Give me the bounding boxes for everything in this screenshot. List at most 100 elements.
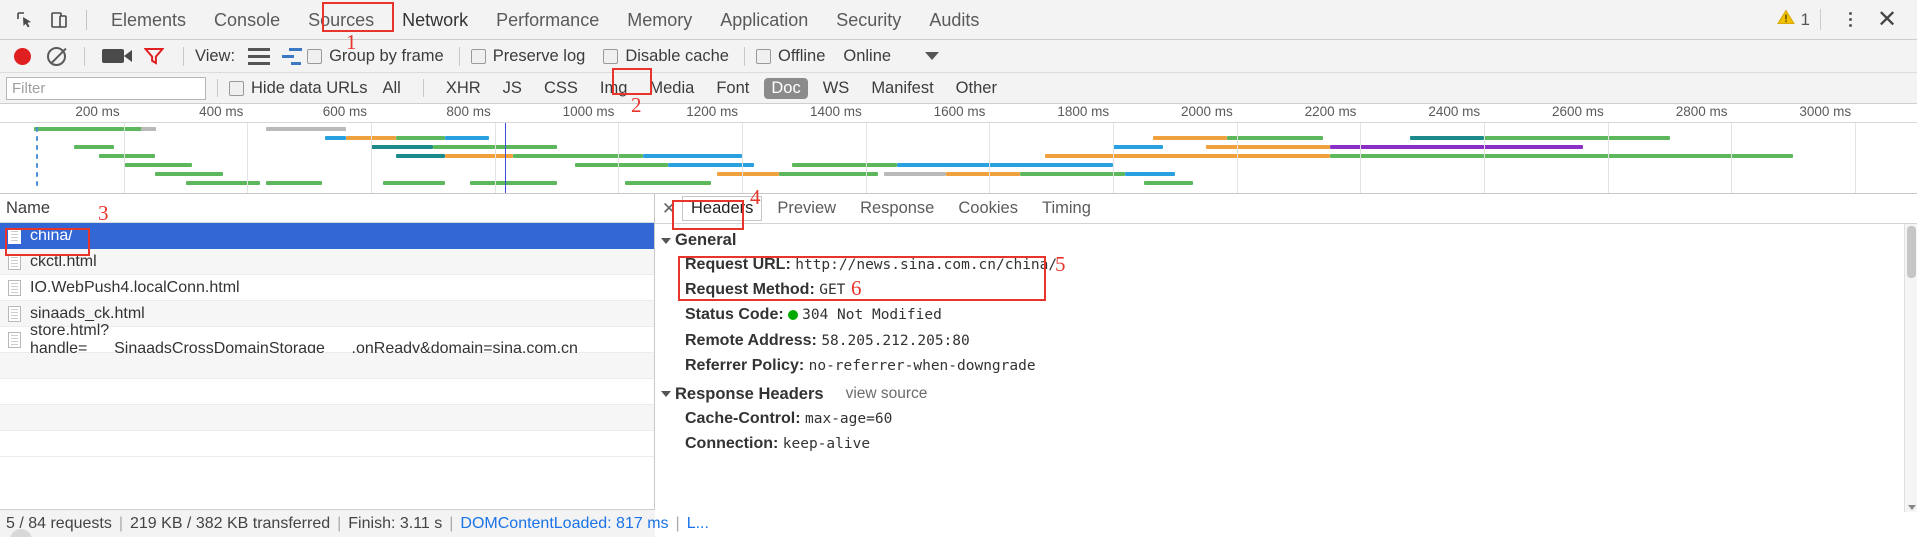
filter-type-font[interactable]: Font bbox=[709, 78, 756, 99]
general-header-value: http://news.sina.com.cn/china/ bbox=[795, 257, 1058, 273]
detail-tab-cookies[interactable]: Cookies bbox=[949, 197, 1027, 220]
preserve-log-row[interactable]: Preserve log bbox=[470, 47, 585, 66]
scrollbar-thumb[interactable] bbox=[1907, 226, 1916, 278]
filter-type-other[interactable]: Other bbox=[949, 78, 1004, 99]
timeline-tick-1: 400 ms bbox=[199, 104, 244, 119]
tab-memory[interactable]: Memory bbox=[613, 0, 706, 40]
general-header-row: Status Code: 304 Not Modified bbox=[663, 302, 1917, 327]
close-icon[interactable]: ✕ bbox=[1867, 7, 1907, 32]
filter-input[interactable] bbox=[6, 76, 206, 100]
timeline-gridline-2 bbox=[371, 123, 373, 193]
tab-elements[interactable]: Elements bbox=[97, 0, 200, 40]
tab-network[interactable]: Network bbox=[388, 0, 482, 40]
table-row[interactable]: ckctl.html bbox=[0, 249, 654, 275]
detail-tab-headers[interactable]: Headers bbox=[682, 196, 763, 221]
detail-close-icon[interactable]: ✕ bbox=[659, 199, 679, 219]
timeline-gridline-10 bbox=[1360, 123, 1362, 193]
capture-screenshots-icon[interactable] bbox=[102, 49, 132, 63]
filter-type-media[interactable]: Media bbox=[642, 78, 701, 99]
table-row[interactable]: store.html?handle=___SinaadsCrossDomainS… bbox=[0, 322, 654, 357]
tab-console[interactable]: Console bbox=[200, 0, 294, 40]
tab-security[interactable]: Security bbox=[822, 0, 915, 40]
offline-row[interactable]: Offline bbox=[755, 47, 825, 66]
clear-button[interactable] bbox=[47, 46, 66, 66]
filter-type-img[interactable]: Img bbox=[593, 78, 635, 99]
network-overview-timeline[interactable]: 200 ms 400 ms 600 ms 800 ms 1000 ms 1200 ms 14… bbox=[0, 104, 1917, 194]
tab-application[interactable]: Application bbox=[706, 0, 822, 40]
request-name: sinaads_ck.html bbox=[30, 304, 145, 322]
toolbar-divider bbox=[86, 9, 87, 30]
timeline-ruler: 200 ms 400 ms 600 ms 800 ms 1000 ms 1200 ms 14… bbox=[0, 104, 1917, 123]
general-header-row: Request Method: GET bbox=[663, 277, 1917, 302]
inspect-element-icon[interactable] bbox=[8, 4, 42, 36]
status-domcontentloaded: DOMContentLoaded: 817 ms bbox=[460, 514, 669, 532]
status-divider-2: | bbox=[337, 514, 342, 532]
group-by-frame-checkbox[interactable] bbox=[307, 48, 323, 64]
timeline-bar bbox=[265, 127, 347, 131]
detail-tab-preview[interactable]: Preview bbox=[768, 197, 845, 220]
view-source-link[interactable]: view source bbox=[846, 385, 928, 403]
status-transferred: 219 KB / 382 KB transferred bbox=[130, 514, 331, 532]
table-row[interactable]: china/ bbox=[0, 223, 654, 249]
timeline-connection-mark bbox=[36, 163, 38, 168]
filter-type-doc[interactable]: Doc bbox=[764, 77, 808, 99]
offline-checkbox[interactable] bbox=[755, 48, 771, 64]
timeline-gridline-11 bbox=[1484, 123, 1486, 193]
filter-type-ws[interactable]: WS bbox=[816, 78, 857, 99]
hide-data-urls-checkbox[interactable] bbox=[229, 80, 244, 96]
timeline-bar bbox=[1329, 145, 1584, 149]
tab-wrap-console: Console bbox=[200, 0, 294, 40]
timeline-bar bbox=[513, 154, 644, 158]
timeline-bar bbox=[1113, 145, 1163, 149]
preserve-log-checkbox[interactable] bbox=[470, 48, 486, 64]
timeline-bar bbox=[98, 154, 155, 158]
warning-indicator[interactable]: 1 bbox=[1776, 9, 1821, 30]
group-by-frame-row[interactable]: Group by frame bbox=[307, 47, 444, 66]
request-name: ckctl.html bbox=[30, 252, 97, 270]
scroll-down-arrow-icon[interactable] bbox=[1907, 505, 1916, 510]
disable-cache-checkbox[interactable] bbox=[603, 48, 619, 64]
detail-scrollbar[interactable] bbox=[1904, 224, 1917, 512]
timeline-gridline-13 bbox=[1731, 123, 1733, 193]
response-headers-section-header[interactable]: Response Headers view source bbox=[661, 385, 1917, 404]
toolbar2-divider-1 bbox=[84, 46, 85, 66]
timeline-tick-6: 1400 ms bbox=[809, 104, 862, 119]
timeline-tick-13: 2800 ms bbox=[1675, 104, 1728, 119]
tab-sources[interactable]: Sources bbox=[294, 0, 388, 40]
list-view-icon[interactable] bbox=[248, 47, 271, 65]
device-toolbar-icon[interactable] bbox=[42, 4, 76, 36]
tab-performance[interactable]: Performance bbox=[482, 0, 613, 40]
record-button[interactable] bbox=[14, 47, 31, 65]
chevron-down-icon[interactable] bbox=[925, 52, 940, 60]
timeline-bar bbox=[371, 145, 433, 149]
triangle-down-icon-2 bbox=[661, 391, 671, 398]
timeline-bar bbox=[1153, 136, 1228, 140]
tab-wrap-audits: Audits bbox=[915, 0, 993, 40]
detail-tab-response[interactable]: Response bbox=[851, 197, 943, 220]
tab-wrap-security: Security bbox=[822, 0, 915, 40]
timeline-gridline-0 bbox=[123, 123, 125, 193]
waterfall-view-icon[interactable] bbox=[280, 47, 303, 65]
tab-audits[interactable]: Audits bbox=[915, 0, 993, 40]
filter-type-manifest[interactable]: Manifest bbox=[864, 78, 940, 99]
document-icon bbox=[8, 253, 21, 270]
general-header-value: 58.205.212.205:80 bbox=[821, 332, 970, 349]
filter-funnel-icon[interactable] bbox=[143, 47, 165, 65]
column-header-name: Name bbox=[6, 198, 51, 217]
more-options-icon[interactable] bbox=[1833, 12, 1867, 27]
general-section-header[interactable]: General bbox=[661, 231, 1917, 250]
hide-data-urls-row[interactable]: Hide data URLs bbox=[229, 79, 367, 98]
timeline-bar bbox=[445, 136, 489, 140]
table-row[interactable]: IO.WebPush4.localConn.html bbox=[0, 275, 654, 301]
timeline-tick-12: 2600 ms bbox=[1552, 104, 1604, 119]
filterbar-divider-2 bbox=[422, 79, 424, 97]
filter-type-xhr[interactable]: XHR bbox=[439, 78, 488, 99]
timeline-bar bbox=[1125, 172, 1175, 176]
filter-type-all[interactable]: All bbox=[375, 78, 407, 99]
filter-type-css[interactable]: CSS bbox=[537, 78, 585, 99]
throttling-select[interactable]: Online bbox=[843, 47, 891, 66]
detail-tab-timing[interactable]: Timing bbox=[1033, 197, 1100, 220]
disable-cache-row[interactable]: Disable cache bbox=[603, 47, 729, 66]
response-header-key: Connection: bbox=[685, 435, 783, 453]
filter-type-js[interactable]: JS bbox=[496, 78, 529, 99]
